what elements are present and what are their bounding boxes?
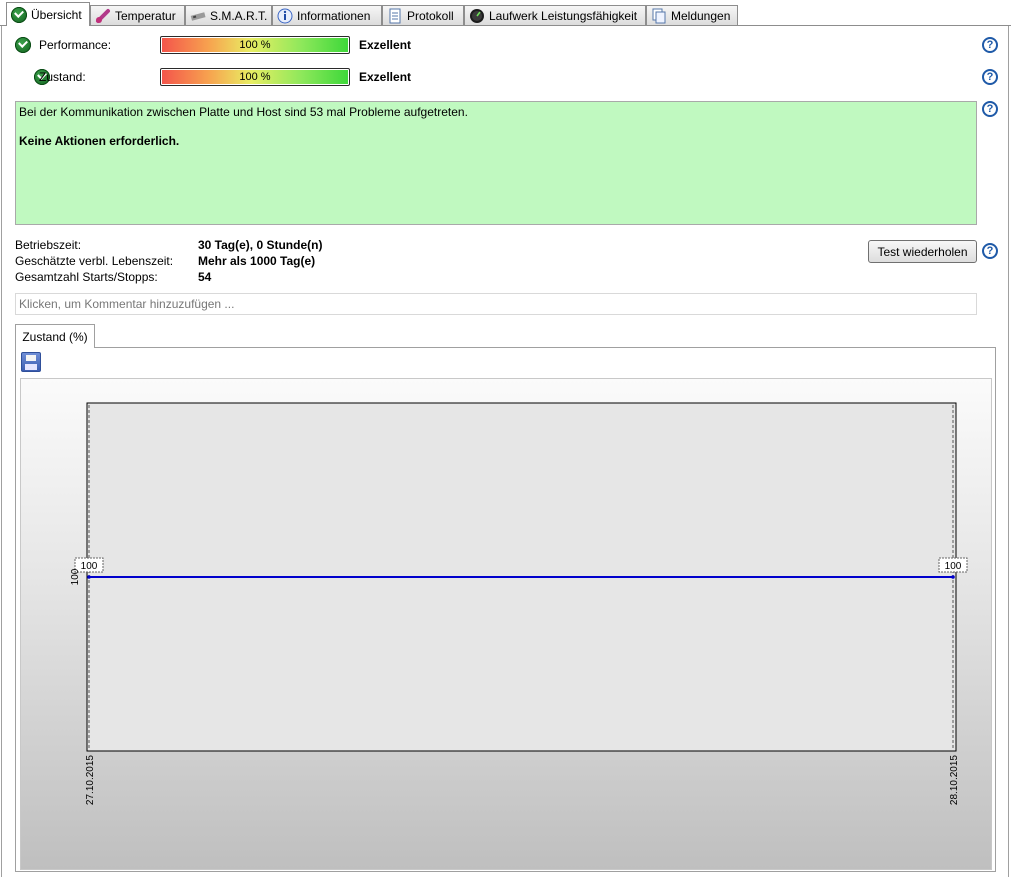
green-check-icon <box>11 6 27 23</box>
tab-uebersicht[interactable]: Übersicht <box>6 2 90 26</box>
data-label: 100 <box>945 561 962 572</box>
x-tick-label: 28.10.2015 <box>949 755 960 805</box>
tab-zustand-chart[interactable]: Zustand (%) <box>15 324 95 348</box>
x-tick-label: 27.10.2015 <box>85 755 96 805</box>
chart-svg: 100 10010027.10.2015 28.10.2015 <box>70 402 968 805</box>
data-point <box>87 575 91 579</box>
y-tick-label: 100 <box>70 568 81 585</box>
data-point <box>951 575 955 579</box>
data-label: 100 <box>81 561 98 572</box>
tab-label: Übersicht <box>31 7 82 22</box>
